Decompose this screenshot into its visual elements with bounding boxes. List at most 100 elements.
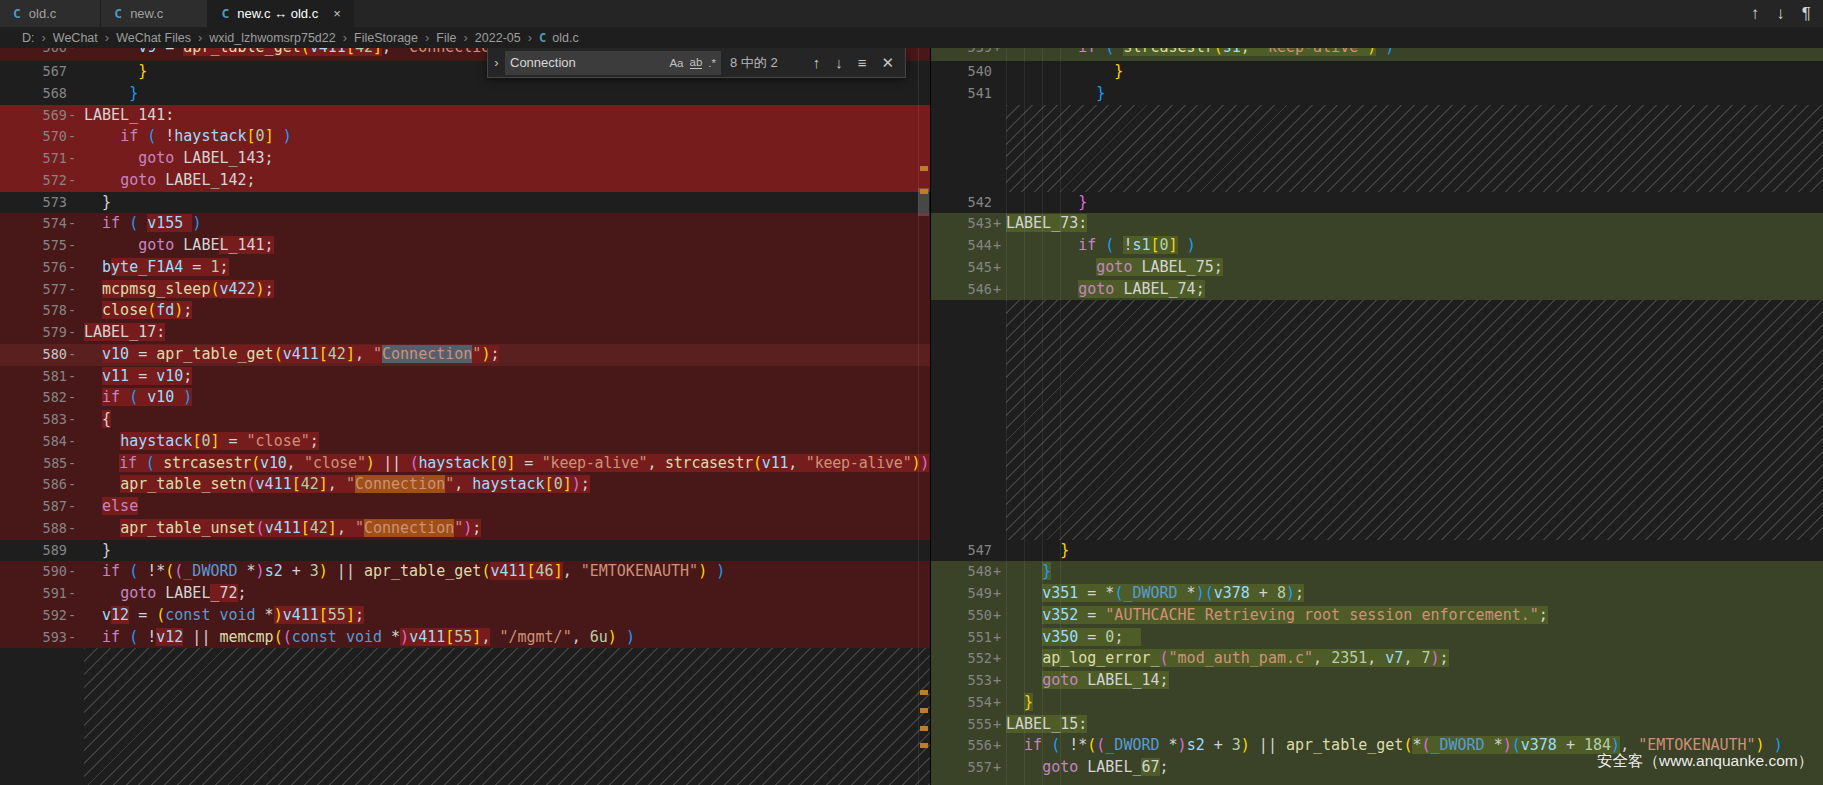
next-change-button[interactable]: ↓ (1776, 4, 1785, 24)
code-line[interactable]: 541 } (931, 83, 1823, 105)
code-line[interactable]: 591- goto LABEL_72; (0, 583, 930, 605)
code-line[interactable]: 577- mcpmsg_sleep(v422); (0, 279, 930, 301)
code-line[interactable]: 589 } (0, 540, 930, 562)
line-number: 572 (0, 170, 67, 192)
breadcrumb-item[interactable]: wxid_lzhwomsrp75d22 (209, 31, 335, 45)
regex-icon[interactable]: .* (708, 57, 716, 69)
code-line[interactable]: 543+LABEL_73: (931, 213, 1823, 235)
whole-word-icon[interactable]: ab (690, 56, 703, 69)
match-case-icon[interactable]: Aa (669, 57, 683, 69)
code-line[interactable]: 552+ ap_log_error_("mod_auth_pam.c", 235… (931, 648, 1823, 670)
code-line[interactable]: 576- byte_F1A4 = 1; (0, 257, 930, 279)
diff-sign: - (68, 627, 80, 649)
code-line[interactable]: 586- apr_table_setn(v411[42], "Connectio… (0, 474, 930, 496)
line-number: 553 (931, 670, 992, 692)
close-find-button[interactable]: ✕ (881, 54, 894, 72)
code-line[interactable]: 548+ } (931, 561, 1823, 583)
tab-old-c[interactable]: C old.c (0, 0, 101, 27)
diff-sign: - (68, 148, 80, 170)
diff-editor: › Connection Aa ab .* 8 中的 2 ↑ ↓ ≡ ✕ 566… (0, 48, 1823, 785)
breadcrumb-separator: › (343, 30, 347, 45)
code-line[interactable]: 539+ if ( strcasestr(s1, "keep-alive") ) (931, 48, 1823, 61)
breadcrumb-item[interactable]: FileStorage (354, 31, 418, 45)
line-number: 586 (0, 474, 67, 496)
code-line[interactable]: 569-LABEL_141: (0, 105, 930, 127)
code-line[interactable]: 590- if ( !*((_DWORD *)s2 + 3) || apr_ta… (0, 561, 930, 583)
tab-new-c[interactable]: C new.c (101, 0, 208, 27)
diff-sign: + (993, 605, 1005, 627)
previous-match-button[interactable]: ↑ (813, 54, 821, 71)
breadcrumb-item[interactable]: 2022-05 (475, 31, 521, 45)
code-line[interactable]: 580- v10 = apr_table_get(v411[42], "Conn… (0, 344, 930, 366)
code-line[interactable]: 584- haystack[0] = "close"; (0, 431, 930, 453)
code-line[interactable]: 544+ if ( !s1[0] ) (931, 235, 1823, 257)
breadcrumb-item[interactable]: D: (22, 31, 35, 45)
line-number: 576 (0, 257, 67, 279)
code-line[interactable]: 574- if ( v155 ) (0, 213, 930, 235)
scrollbar-track (918, 48, 919, 785)
line-number: 584 (0, 431, 67, 453)
diff-sign: - (68, 235, 80, 257)
line-number: 555 (931, 714, 992, 736)
line-number: 547 (931, 540, 992, 562)
line-number: 583 (0, 409, 67, 431)
diff-sign: - (68, 322, 80, 344)
diff-sign: + (993, 757, 1005, 779)
breadcrumb-separator: › (198, 30, 202, 45)
diff-sign: + (993, 692, 1005, 714)
code-line[interactable]: 547 } (931, 540, 1823, 562)
toggle-replace-icon[interactable]: › (488, 55, 505, 70)
tab-bar: C old.c C new.c C new.c ↔ old.c × ↑ ↓ ¶ (0, 0, 1823, 27)
code-line[interactable]: 540 } (931, 61, 1823, 83)
next-match-button[interactable]: ↓ (835, 54, 843, 71)
code-line[interactable]: 570- if ( !haystack[0] ) (0, 126, 930, 148)
code-line[interactable]: 551+ v350 = 0; (931, 627, 1823, 649)
tab-diff-new-old[interactable]: C new.c ↔ old.c × (208, 0, 353, 27)
line-number: 589 (0, 540, 67, 562)
code-line[interactable]: 553+ goto LABEL_14; (931, 670, 1823, 692)
breadcrumb-item[interactable]: WeChat (53, 31, 98, 45)
find-input[interactable]: Connection Aa ab .* (505, 51, 721, 75)
line-number: 580 (0, 344, 67, 366)
breadcrumb-item[interactable]: WeChat Files (116, 31, 191, 45)
overview-find-mark (920, 189, 928, 194)
code-line[interactable]: 575- goto LABEL_141; (0, 235, 930, 257)
diff-sign: + (993, 735, 1005, 757)
diff-filler (0, 648, 930, 785)
close-tab-icon[interactable]: × (333, 6, 341, 21)
code-line[interactable]: 579-LABEL_17: (0, 322, 930, 344)
code-line[interactable]: 549+ v351 = *(_DWORD *)(v378 + 8); (931, 583, 1823, 605)
code-line[interactable]: 573 } (0, 192, 930, 214)
code-line[interactable]: 592- v12 = (const void *)v411[55]; (0, 605, 930, 627)
tab-label: new.c ↔ old.c (237, 6, 318, 21)
code-line[interactable]: 587- else (0, 496, 930, 518)
find-in-selection-button[interactable]: ≡ (858, 54, 867, 71)
line-number: 540 (931, 61, 992, 83)
code-line[interactable]: 583- { (0, 409, 930, 431)
more-actions-icon[interactable]: ¶ (1802, 4, 1811, 24)
code-line[interactable]: 588- apr_table_unset(v411[42], "Connecti… (0, 518, 930, 540)
code-line[interactable]: 572- goto LABEL_142; (0, 170, 930, 192)
code-line[interactable]: 568 } (0, 83, 930, 105)
code-line[interactable]: 554+ } (931, 692, 1823, 714)
code-line[interactable]: 581- v11 = v10; (0, 366, 930, 388)
code-line[interactable]: 593- if ( !v12 || memcmp((const void *)v… (0, 627, 930, 649)
code-line[interactable]: 571- goto LABEL_143; (0, 148, 930, 170)
code-line[interactable]: 578- close(fd); (0, 300, 930, 322)
code-line[interactable]: 550+ v352 = "AUTHCACHE Retrieving root s… (931, 605, 1823, 627)
diff-sign: - (68, 387, 80, 409)
breadcrumb-separator: › (42, 30, 46, 45)
c-file-icon: C (13, 6, 21, 21)
breadcrumb-item[interactable]: old.c (552, 31, 578, 45)
code-line[interactable]: 582- if ( v10 ) (0, 387, 930, 409)
diff-sign: - (68, 213, 80, 235)
code-line[interactable]: 542 } (931, 192, 1823, 214)
code-line[interactable]: 545+ goto LABEL_75; (931, 257, 1823, 279)
code-line[interactable]: 555+LABEL_15: (931, 714, 1823, 736)
breadcrumb-separator: › (464, 30, 468, 45)
breadcrumb-separator: › (528, 30, 532, 45)
code-line[interactable]: 546+ goto LABEL_74; (931, 279, 1823, 301)
code-line[interactable]: 585- if ( strcasestr(v10, "close") || (h… (0, 453, 930, 475)
previous-change-button[interactable]: ↑ (1751, 4, 1760, 24)
breadcrumb-item[interactable]: File (436, 31, 456, 45)
